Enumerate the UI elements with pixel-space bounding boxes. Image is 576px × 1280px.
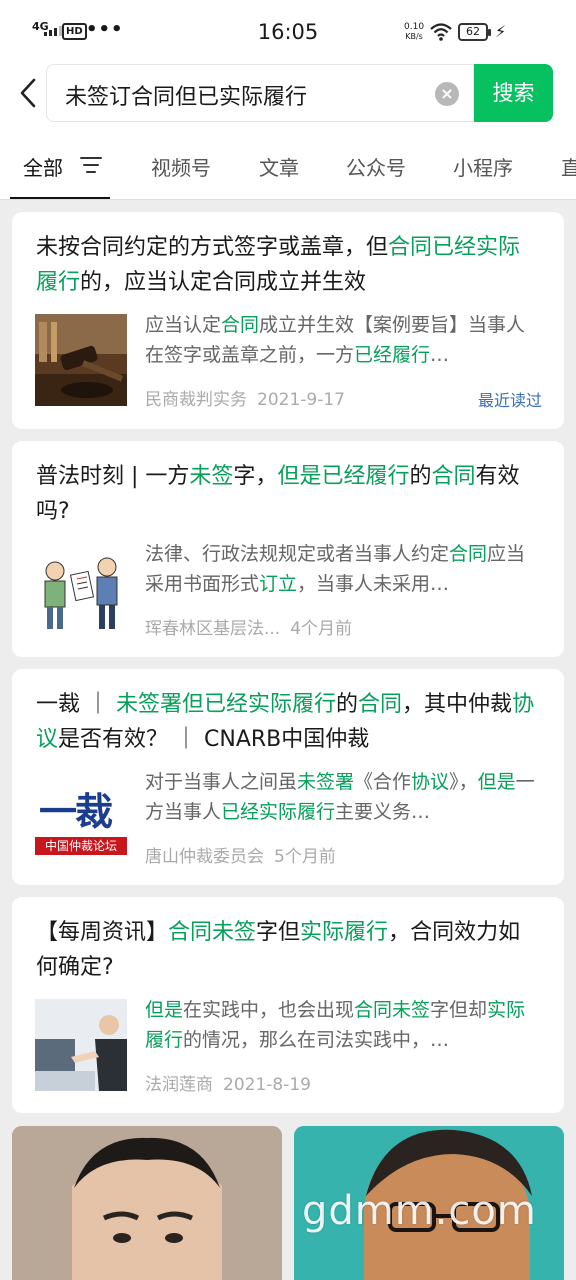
- video-thumbnail: [12, 1126, 282, 1280]
- highlighted-text: 合同未签: [168, 920, 257, 945]
- text-segment: 在实践中，也会出现: [183, 999, 355, 1021]
- text-segment: 未按合同约定的方式签字或盖章，但: [36, 235, 389, 260]
- filter-icon[interactable]: [80, 157, 102, 175]
- result-thumbnail: [35, 999, 127, 1091]
- result-source[interactable]: 珲春林区基层法...: [145, 619, 280, 639]
- network-speed: 0.10 KB/s: [404, 22, 424, 42]
- battery-indicator: 62: [458, 23, 491, 41]
- result-snippet: 应当认定合同成立并生效【案例要旨】当事人在签字或盖章之前，一方已经履行…: [145, 310, 540, 370]
- tab-channels[interactable]: 视频号: [151, 152, 211, 181]
- text-segment: 对于当事人之间虽: [145, 771, 298, 793]
- wifi-icon: [430, 23, 452, 41]
- result-snippet: 法律、行政法规规定或者当事人约定合同应当采用书面形式订立，当事人未采用…: [145, 539, 540, 599]
- result-date: 2021-8-19: [223, 1075, 311, 1095]
- result-source[interactable]: 唐山仲裁委员会: [145, 847, 264, 867]
- text-segment: 是否有效？ ｜ CNARB中国仲裁: [58, 727, 370, 752]
- highlighted-text: 未签: [189, 464, 234, 489]
- divider: [0, 199, 576, 200]
- tab-live[interactable]: 直: [561, 152, 576, 181]
- search-query[interactable]: 未签订合同但已实际履行: [65, 79, 307, 111]
- tab-articles[interactable]: 文章: [259, 152, 299, 181]
- result-date: 4个月前: [290, 619, 353, 639]
- back-arrow-icon[interactable]: [14, 76, 44, 110]
- text-segment: 字但: [256, 920, 301, 945]
- result-meta: 唐山仲裁委员会 5个月前: [145, 842, 336, 867]
- text-segment: 法律、行政法规规定或者当事人约定: [145, 543, 450, 565]
- gavel-image: [35, 314, 127, 406]
- search-input[interactable]: 未签订合同但已实际履行 ×: [46, 64, 474, 122]
- text-segment: 普法时刻 | 一方: [36, 464, 190, 489]
- result-date: 5个月前: [274, 847, 336, 867]
- highlighted-text: 合同: [358, 692, 403, 717]
- network-speed-unit: KB/s: [405, 32, 423, 41]
- highlighted-text: 未签署但已经实际履行: [116, 692, 337, 717]
- result-meta: 法润莲商 2021-8-19: [145, 1070, 311, 1095]
- filter-tabs: 全部 视频号 文章 公众号 小程序 直: [0, 124, 576, 200]
- video-card[interactable]: [12, 1126, 282, 1280]
- handshake-image: [35, 999, 127, 1091]
- text-segment: 【每周资讯】: [36, 920, 169, 945]
- result-thumbnail: [35, 314, 127, 406]
- highlighted-text: 但是已经履行: [277, 464, 410, 489]
- network-speed-value: 0.10: [404, 22, 425, 32]
- result-title[interactable]: 【每周资讯】合同未签字但实际履行，合同效力如何确定?: [36, 915, 542, 985]
- text-segment: 字，: [233, 464, 278, 489]
- result-card[interactable]: 【每周资讯】合同未签字但实际履行，合同效力如何确定? 但是在实践中，也会出现合同…: [12, 897, 564, 1113]
- tab-all[interactable]: 全部: [23, 152, 63, 181]
- result-title[interactable]: 一裁 ｜ 未签署但已经实际履行的合同，其中仲裁协议是否有效？ ｜ CNARB中国…: [36, 687, 542, 757]
- highlighted-text: 合同: [449, 543, 488, 565]
- highlighted-text: 合同: [221, 314, 260, 336]
- highlighted-text: 未签署: [297, 771, 355, 793]
- status-bar: 4G HD ••• 16:05 0.10 KB/s 62 ⚡: [0, 0, 576, 64]
- result-card[interactable]: 未按合同约定的方式签字或盖章，但合同已经实际履行的，应当认定合同成立并生效 应当…: [12, 212, 564, 429]
- logo-subtext: 中国仲裁论坛: [35, 837, 127, 855]
- result-meta: 珲春林区基层法... 4个月前: [145, 614, 352, 639]
- watermark: gdmm.com: [302, 1188, 537, 1234]
- text-segment: 的情况，那么在司法实践中，…: [183, 1029, 450, 1051]
- result-source[interactable]: 民商裁判实务: [145, 390, 247, 410]
- result-snippet: 但是在实践中，也会出现合同未签字但却实际履行的情况，那么在司法实践中，…: [145, 995, 540, 1055]
- result-date: 2021-9-17: [257, 390, 345, 410]
- text-segment: 主要义务…: [335, 801, 431, 823]
- text-segment: 的，应当认定合同成立并生效: [80, 270, 367, 295]
- highlighted-text: 已经履行: [354, 344, 431, 366]
- highlighted-text: 订立: [259, 573, 298, 595]
- result-card[interactable]: 一裁 ｜ 未签署但已经实际履行的合同，其中仲裁协议 是否有效？ ｜ CNARB中国…: [12, 669, 564, 885]
- cartoon-image: [35, 543, 127, 635]
- tab-official-accounts[interactable]: 公众号: [346, 152, 406, 181]
- logo-text: 一裁: [39, 789, 113, 834]
- result-thumbnail: [35, 543, 127, 635]
- text-segment: 《合作: [354, 771, 412, 793]
- highlighted-text: 合同未签: [354, 999, 431, 1021]
- result-card[interactable]: 普法时刻 | 一方未签字，但是已经履行的合同有效吗? 法律、行政法规规定或者当事…: [12, 441, 564, 657]
- result-title[interactable]: 未按合同约定的方式签字或盖章，但合同已经实际履行的，应当认定合同成立并生效: [36, 230, 542, 300]
- charging-icon: ⚡: [495, 22, 507, 41]
- highlighted-text: 协议: [411, 771, 450, 793]
- highlighted-text: 但是: [477, 771, 516, 793]
- result-snippet: 对于当事人之间虽未签署《合作协议》，但是一方当事人已经实际履行主要义务…: [145, 767, 540, 827]
- text-segment: 一裁 ｜: [36, 692, 116, 717]
- text-segment: 的: [336, 692, 359, 717]
- clear-icon[interactable]: ×: [435, 82, 459, 106]
- text-segment: 》，: [449, 771, 478, 793]
- highlighted-text: 已经实际履行: [221, 801, 336, 823]
- text-segment: …: [430, 344, 450, 366]
- result-source[interactable]: 法润莲商: [145, 1075, 213, 1095]
- result-meta: 民商裁判实务 2021-9-17: [145, 385, 345, 410]
- text-segment: 的: [409, 464, 432, 489]
- result-title[interactable]: 普法时刻 | 一方未签字，但是已经履行的合同有效吗?: [36, 459, 542, 529]
- text-segment: ，当事人未采用…: [297, 573, 450, 595]
- result-thumbnail: 一裁 中国仲裁论坛: [35, 771, 127, 863]
- highlighted-text: 但是: [145, 999, 184, 1021]
- search-button[interactable]: 搜索: [474, 64, 553, 122]
- text-segment: 应当认定: [145, 314, 222, 336]
- highlighted-text: 实际履行: [300, 920, 389, 945]
- highlighted-text: 合同: [431, 464, 476, 489]
- tab-mini-programs[interactable]: 小程序: [453, 152, 513, 181]
- text-segment: 字但却: [430, 999, 488, 1021]
- text-segment: ，其中仲裁: [402, 692, 513, 717]
- recently-read-badge: 最近读过: [477, 391, 542, 410]
- search-bar: 未签订合同但已实际履行 × 搜索: [0, 64, 576, 124]
